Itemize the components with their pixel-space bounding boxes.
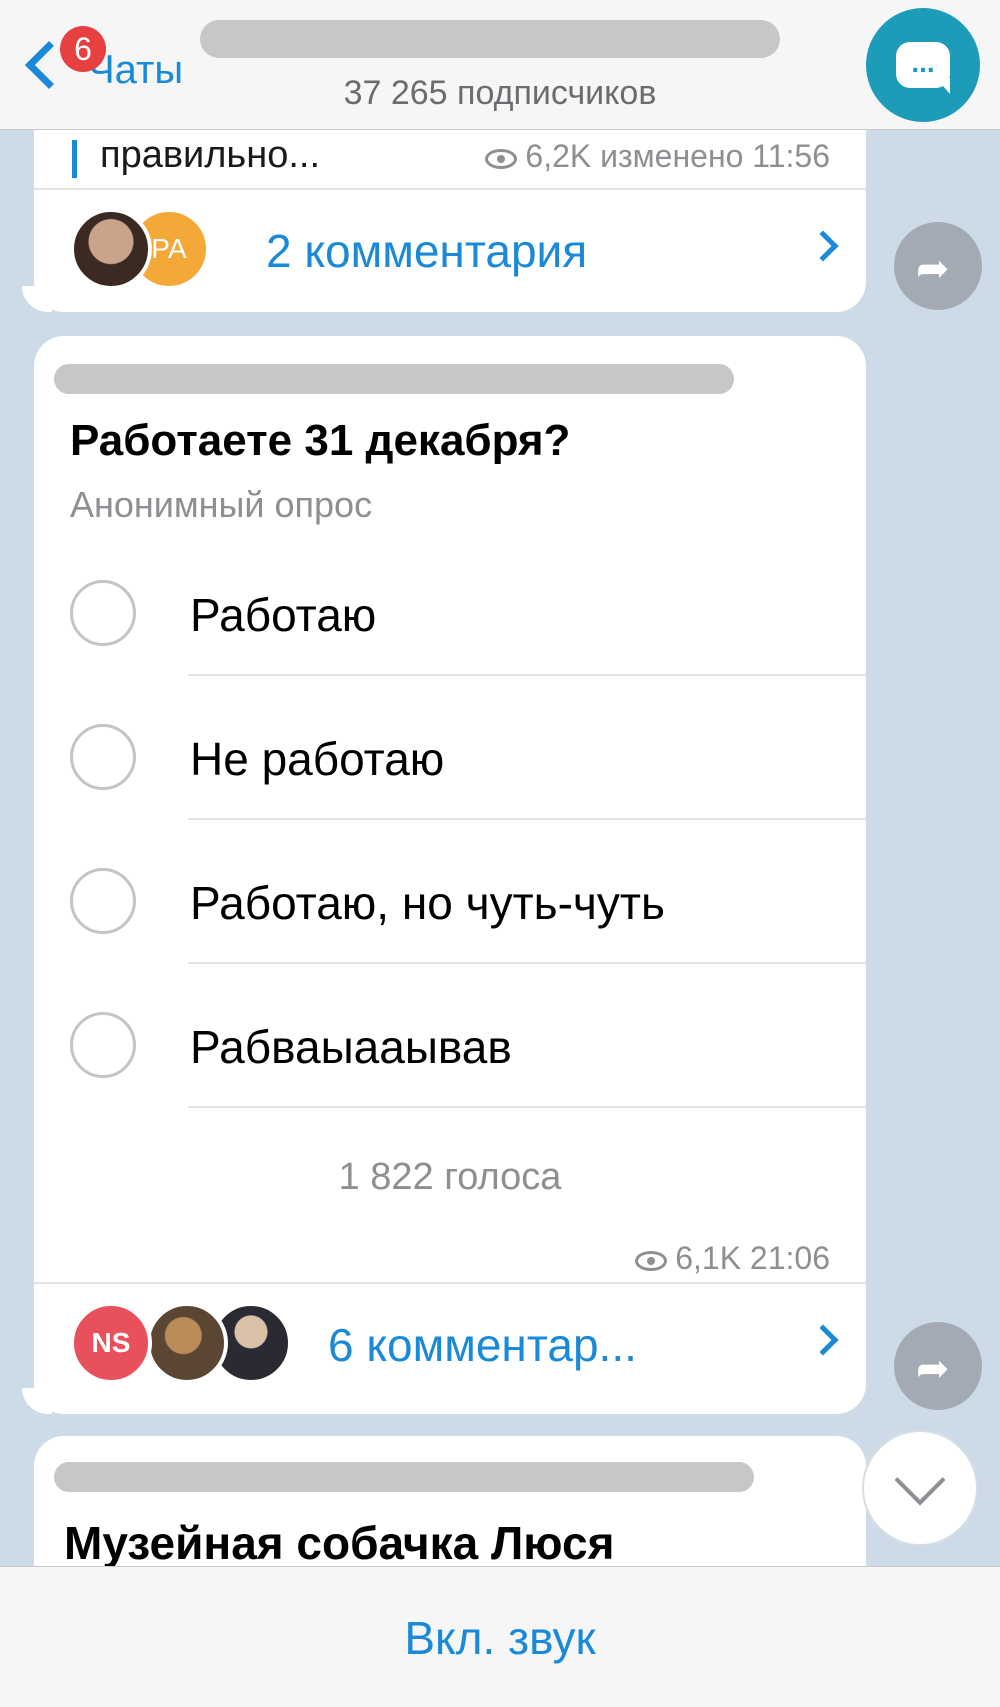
channel-avatar[interactable]: ... (866, 8, 980, 122)
poll-option-label: Работаю (190, 589, 377, 641)
poll-vote-count[interactable]: 1 822 голоса (34, 1156, 866, 1199)
unread-badge: 6 (60, 26, 106, 72)
eye-icon (485, 148, 518, 169)
poll-option[interactable]: Работаю, но чуть-чуть (34, 834, 866, 964)
poll-option-label: Не работаю (190, 733, 445, 785)
message-meta: 6,2K изменено 11:56 (485, 138, 830, 175)
poll-question: Работаете 31 декабря? (70, 416, 571, 465)
message-meta: 6,1K 21:06 (635, 1240, 830, 1277)
avatar-photo (146, 1302, 228, 1384)
poll-option-label: Рабваыааывав (190, 1021, 512, 1073)
chevron-down-icon (894, 1454, 946, 1506)
edited-time: изменено 11:56 (600, 138, 830, 174)
comments-label: 6 комментар... (328, 1319, 637, 1371)
poll-option-label: Работаю, но чуть-чуть (190, 877, 665, 929)
poll-option[interactable]: Не работаю (34, 690, 866, 820)
avatar-photo (70, 208, 152, 290)
message-bubble-next: Музейная собачка Люся (34, 1436, 866, 1566)
quote-bar (72, 140, 77, 178)
radio-icon (70, 1012, 136, 1078)
share-button-poll[interactable]: ➦ (894, 1322, 982, 1410)
chevron-right-icon (807, 230, 839, 262)
poll-option[interactable]: Работаю (34, 546, 866, 676)
message-text-truncated: правильно... (100, 134, 321, 176)
comments-row-prev[interactable]: РА 2 комментария (34, 190, 866, 312)
view-count: 6,2K (525, 138, 592, 174)
poll-option[interactable]: Рабваыааывав (34, 978, 866, 1108)
view-count: 6,1K (675, 1240, 742, 1276)
scroll-to-bottom-button[interactable] (862, 1430, 978, 1546)
message-bubble-poll: Работаете 31 декабря? Анонимный опрос Ра… (34, 336, 866, 1414)
channel-name-redacted (54, 1462, 754, 1492)
chevron-right-icon (807, 1324, 839, 1356)
bottom-bar: Вкл. звук (0, 1566, 1000, 1707)
avatar: NS (70, 1302, 152, 1384)
comments-row-poll[interactable]: NS 6 комментар... (34, 1284, 866, 1406)
message-title: Музейная собачка Люся (64, 1517, 615, 1566)
subscriber-count: 37 265 подписчиков (343, 74, 657, 112)
radio-icon (70, 868, 136, 934)
radio-icon (70, 724, 136, 790)
radio-icon (70, 580, 136, 646)
avatar-glyph: ... (911, 47, 935, 78)
message-time: 21:06 (749, 1240, 830, 1276)
chat-header: Чаты 6 37 265 подписчиков ... (0, 0, 1000, 130)
poll-type: Анонимный опрос (70, 484, 373, 525)
comments-label: 2 комментария (266, 225, 588, 277)
share-arrow-icon: ➦ (916, 246, 950, 292)
unmute-button[interactable]: Вкл. звук (0, 1611, 1000, 1665)
share-button-prev[interactable]: ➦ (894, 222, 982, 310)
eye-icon (635, 1250, 668, 1271)
channel-title-redacted (200, 20, 780, 58)
share-arrow-icon: ➦ (916, 1346, 950, 1392)
channel-name-redacted (54, 364, 734, 394)
